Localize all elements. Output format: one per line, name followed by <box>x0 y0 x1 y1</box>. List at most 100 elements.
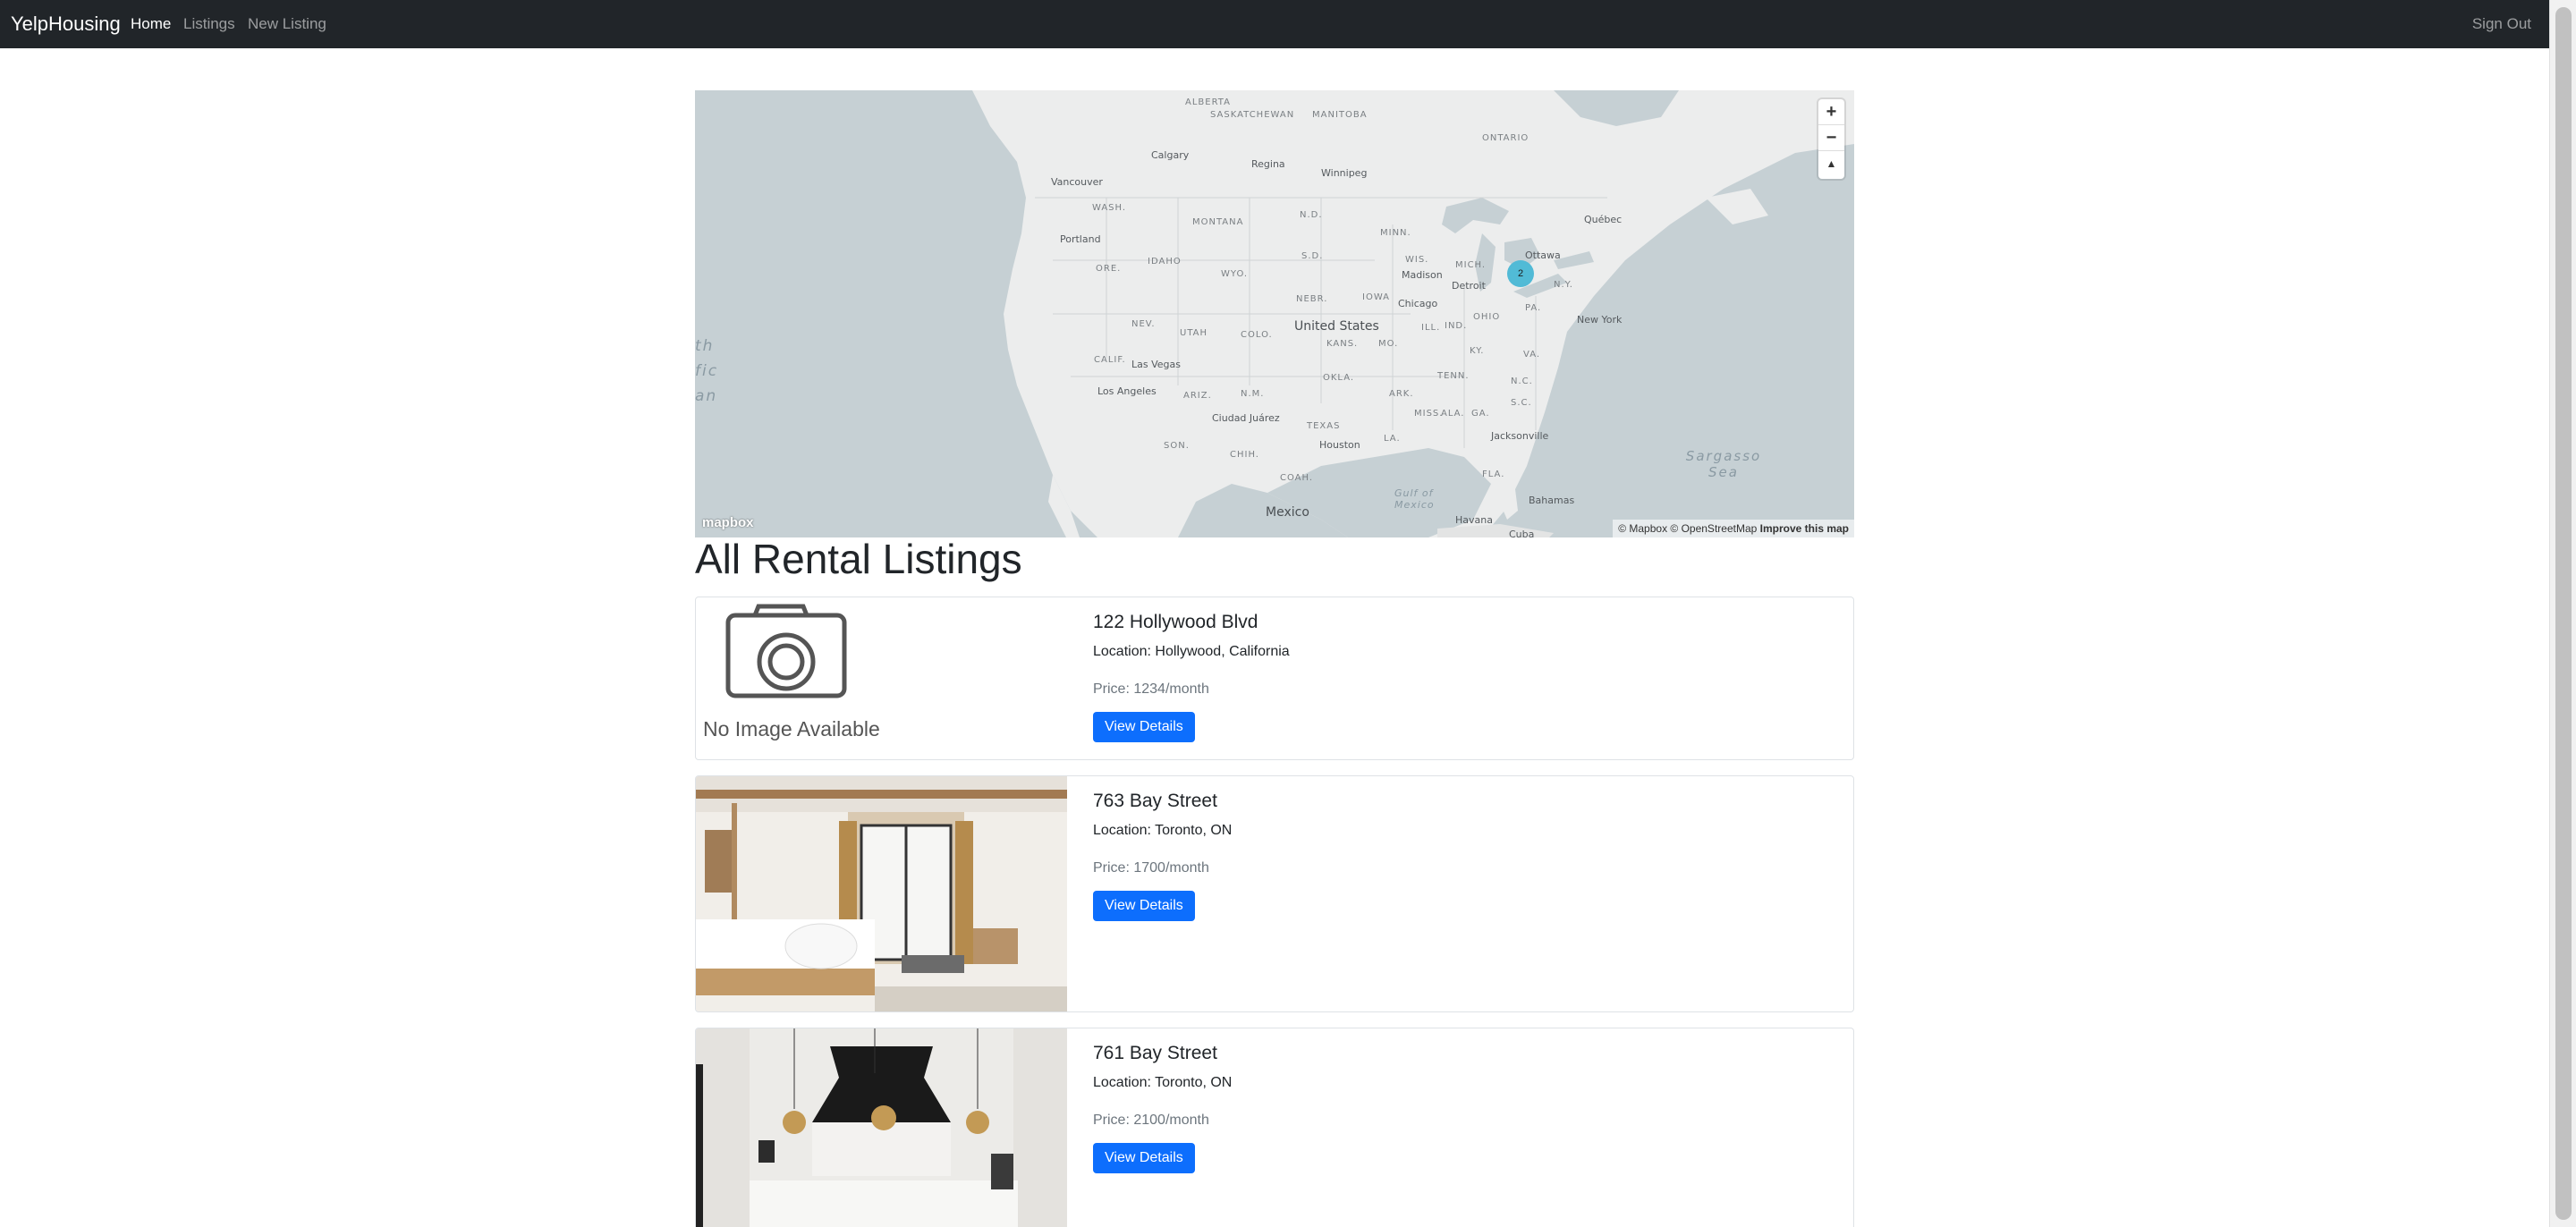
listing-card: No Image Available 122 Hollywood Blvd Lo… <box>695 597 1854 760</box>
map-label-utah: UTAH <box>1180 328 1208 338</box>
map-label-madison: Madison <box>1402 269 1443 281</box>
map-label-regina: Regina <box>1251 158 1285 170</box>
map-label-montana: MONTANA <box>1192 217 1244 227</box>
no-image-label: No Image Available <box>703 717 880 740</box>
map-zoom-controls: + − ▲ <box>1818 99 1844 179</box>
map-label-ottawa: Ottawa <box>1525 250 1561 261</box>
map-label-detroit: Detroit <box>1452 280 1486 292</box>
map-label-fla: FLA. <box>1482 470 1505 479</box>
map-label-okla: OKLA. <box>1323 373 1355 383</box>
listing-price: Price: 1700/month <box>1093 860 1209 876</box>
zoom-in-button[interactable]: + <box>1818 99 1844 125</box>
map-label-manitoba: MANITOBA <box>1312 110 1368 120</box>
map-label-sd: S.D. <box>1301 251 1324 261</box>
map-label-united-states: United States <box>1294 319 1379 334</box>
map-label-ga: GA. <box>1471 409 1490 419</box>
listing-price: Price: 2100/month <box>1093 1113 1209 1128</box>
attribution-text[interactable]: © Mapbox © OpenStreetMap <box>1618 522 1757 535</box>
nav-link-new-listing[interactable]: New Listing <box>248 15 326 33</box>
listing-title: 761 Bay Street <box>1093 1043 1217 1063</box>
map-label-ontario: ONTARIO <box>1482 133 1530 143</box>
brand-logo[interactable]: YelpHousing <box>11 13 121 36</box>
listing-location: Location: Hollywood, California <box>1093 644 1290 659</box>
map-label-portland: Portland <box>1060 233 1101 245</box>
compass-reset-button[interactable]: ▲ <box>1818 151 1844 177</box>
listing-photo-kitchen[interactable] <box>696 1028 1067 1227</box>
map-label-coah: COAH. <box>1280 473 1314 483</box>
map-cluster-marker[interactable]: 2 <box>1507 260 1534 287</box>
map-label-miss: MISS. <box>1414 409 1444 419</box>
map-label-minn: MINN. <box>1380 228 1411 238</box>
map-label-tenn: TENN. <box>1437 371 1470 381</box>
map-attribution: © Mapbox © OpenStreetMap Improve this ma… <box>1613 520 1854 537</box>
map-label-iowa: IOWA <box>1362 292 1391 302</box>
map-label-idaho: IDAHO <box>1148 257 1182 267</box>
map-label-ky: KY. <box>1470 346 1485 356</box>
map-label-mexico: Mexico <box>1266 505 1309 520</box>
view-details-button[interactable]: View Details <box>1093 1143 1195 1173</box>
map-label-houston: Houston <box>1319 439 1360 451</box>
map-label-la: LA. <box>1384 434 1401 444</box>
map-label-ohio: OHIO <box>1473 312 1501 322</box>
map-label-ala: ALA. <box>1441 409 1465 419</box>
map-label-ciudad-juarez: Ciudad Juárez <box>1212 412 1280 424</box>
listing-card: 763 Bay Street Location: Toronto, ON Pri… <box>695 775 1854 1012</box>
map-label-wash: WASH. <box>1092 203 1127 213</box>
map-label-texas: TEXAS <box>1307 421 1341 431</box>
listing-location: Location: Toronto, ON <box>1093 1075 1233 1090</box>
map-label-nc: N.C. <box>1511 377 1533 386</box>
listing-card: 761 Bay Street Location: Toronto, ON Pri… <box>695 1028 1854 1227</box>
map-label-sc: S.C. <box>1511 398 1532 408</box>
improve-map-link[interactable]: Improve this map <box>1760 522 1849 535</box>
listing-location: Location: Toronto, ON <box>1093 823 1233 838</box>
map-label-pa: PA. <box>1525 303 1542 313</box>
map-label-los-angeles: Los Angeles <box>1097 385 1157 397</box>
view-details-button[interactable]: View Details <box>1093 712 1195 742</box>
map-label-pacific-ocean: th fic an <box>695 337 719 405</box>
map-label-calif: CALIF. <box>1094 355 1126 365</box>
map-label-havana: Havana <box>1455 514 1493 526</box>
page-title: All Rental Listings <box>695 536 1022 582</box>
map-label-chih: CHIH. <box>1230 450 1259 460</box>
map-label-vancouver: Vancouver <box>1051 176 1103 188</box>
scrollbar-thumb[interactable] <box>2555 7 2572 1220</box>
nav-link-listings[interactable]: Listings <box>183 15 235 33</box>
listings-map[interactable]: ALBERTA SASKATCHEWAN MANITOBA ONTARIO Ca… <box>695 90 1854 537</box>
view-details-button[interactable]: View Details <box>1093 891 1195 921</box>
map-label-ny: N.Y. <box>1554 280 1573 290</box>
map-label-sargasso-sea: Sargasso Sea <box>1685 448 1762 480</box>
listing-price: Price: 1234/month <box>1093 681 1209 697</box>
map-label-calgary: Calgary <box>1151 149 1190 161</box>
listing-body: 763 Bay Street Location: Toronto, ON Pri… <box>1093 791 1232 921</box>
zoom-out-button[interactable]: − <box>1818 125 1844 151</box>
sign-out-link[interactable]: Sign Out <box>2472 15 2531 33</box>
map-label-jacksonville: Jacksonville <box>1491 430 1549 442</box>
map-label-kans: KANS. <box>1326 339 1359 349</box>
map-label-quebec: Québec <box>1584 214 1623 225</box>
map-label-ore: ORE. <box>1096 264 1122 274</box>
listing-body: 122 Hollywood Blvd Location: Hollywood, … <box>1093 612 1290 742</box>
map-label-son: SON. <box>1164 441 1190 451</box>
map-label-chicago: Chicago <box>1398 298 1438 309</box>
map-label-nd: N.D. <box>1300 210 1323 220</box>
map-label-alberta: ALBERTA <box>1185 97 1231 107</box>
map-label-va: VA. <box>1523 350 1541 360</box>
listing-photo-bedroom[interactable] <box>696 776 1067 1011</box>
listing-image-placeholder: No Image Available <box>696 597 1067 759</box>
map-label-mo: MO. <box>1378 339 1399 349</box>
map-label-winnipeg: Winnipeg <box>1321 167 1368 179</box>
listing-body: 761 Bay Street Location: Toronto, ON Pri… <box>1093 1043 1232 1173</box>
map-label-colo: COLO. <box>1241 330 1273 340</box>
nav-link-home[interactable]: Home <box>131 15 171 33</box>
bedroom-photo <box>696 776 1067 1011</box>
map-label-ill: ILL. <box>1421 323 1441 333</box>
map-label-wyo: WYO. <box>1221 269 1249 279</box>
map-label-wis: WIS. <box>1405 255 1429 265</box>
map-label-nm: N.M. <box>1241 389 1265 399</box>
map-label-new-york: New York <box>1577 314 1623 326</box>
page-scrollbar[interactable] <box>2549 0 2576 1227</box>
mapbox-logo[interactable]: mapbox <box>702 515 754 530</box>
top-navbar: YelpHousing Home Listings New Listing Si… <box>0 0 2549 48</box>
map-label-saskatchewan: SASKATCHEWAN <box>1210 110 1295 120</box>
listing-title: 763 Bay Street <box>1093 791 1217 811</box>
